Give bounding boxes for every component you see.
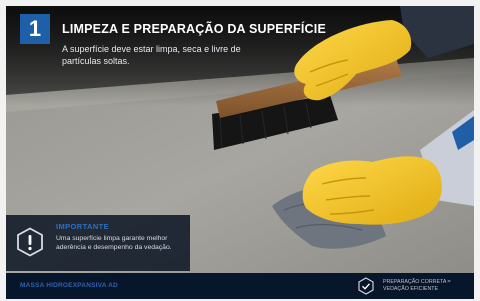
product-brand-label: MASSA HIDROEXPANSIVA AD	[20, 282, 118, 289]
footer-bar: MASSA HIDROEXPANSIVA AD PREPARAÇÃO CORRE…	[6, 273, 474, 299]
footer-tagline: PREPARAÇÃO CORRETA = VEDAÇÃO EFICIENTE	[383, 279, 451, 292]
important-text: Uma superfície limpa garante melhor ader…	[56, 235, 172, 251]
step-subtitle: A superfície deve estar limpa, seca e li…	[62, 44, 241, 66]
step-number-badge: 1	[20, 14, 50, 44]
infographic-slide: 1 LIMPEZA E PREPARAÇÃO DA SUPERFÍCIE A s…	[0, 0, 480, 301]
check-hexagon-icon	[358, 277, 374, 295]
important-heading: IMPORTANTE	[56, 222, 110, 231]
step-title: LIMPEZA E PREPARAÇÃO DA SUPERFÍCIE	[62, 22, 326, 36]
exclamation-hexagon-icon	[17, 227, 43, 257]
important-note-panel: IMPORTANTE Uma superfície limpa garante …	[6, 215, 190, 271]
